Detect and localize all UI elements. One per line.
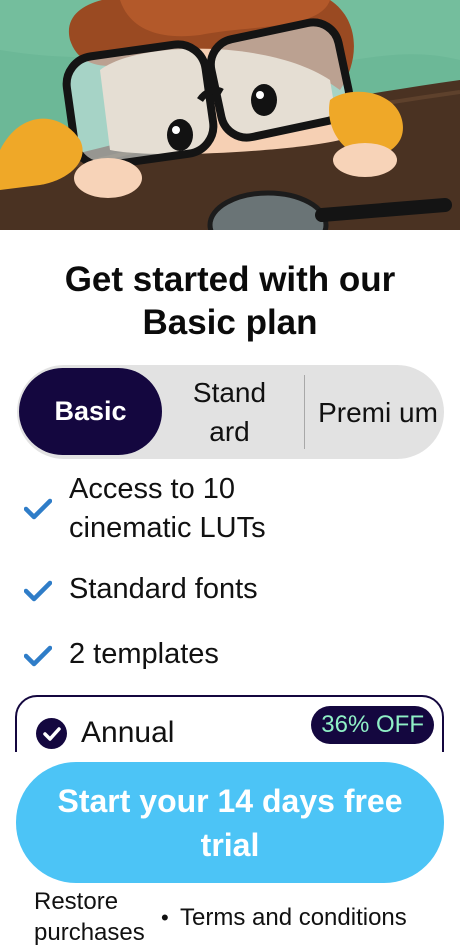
segment-divider: [304, 375, 305, 449]
plan-name: Annual: [81, 716, 175, 749]
terms-link[interactable]: Terms and conditions: [180, 902, 407, 933]
start-free-trial-button[interactable]: Start your 14 days free trial: [16, 762, 444, 883]
checkmark-icon: [24, 498, 52, 520]
checkmark-icon: [24, 580, 52, 602]
feature-text: Standard fonts: [69, 573, 258, 605]
child-with-glasses-illustration: [0, 0, 460, 230]
tab-premium[interactable]: Premi um: [317, 365, 439, 459]
separator-dot: •: [161, 905, 169, 930]
restore-purchases-link[interactable]: Restore purchases: [34, 886, 159, 948]
selected-check-icon: [36, 718, 67, 749]
checkmark-icon: [24, 645, 52, 667]
page-title: Get started with our Basic plan: [64, 260, 396, 342]
tab-basic[interactable]: Basic: [19, 368, 162, 455]
feature-text: Access to 10 cinematic LUTs: [69, 473, 266, 544]
plan-tier-selector: Basic Stand ard Premi um: [17, 365, 444, 459]
checkmark-icon: [43, 727, 61, 741]
tab-standard[interactable]: Stand ard: [177, 365, 282, 459]
hero-illustration: [0, 0, 460, 230]
discount-badge: 36% OFF: [311, 706, 434, 744]
feature-text: 2 templates: [69, 638, 219, 670]
